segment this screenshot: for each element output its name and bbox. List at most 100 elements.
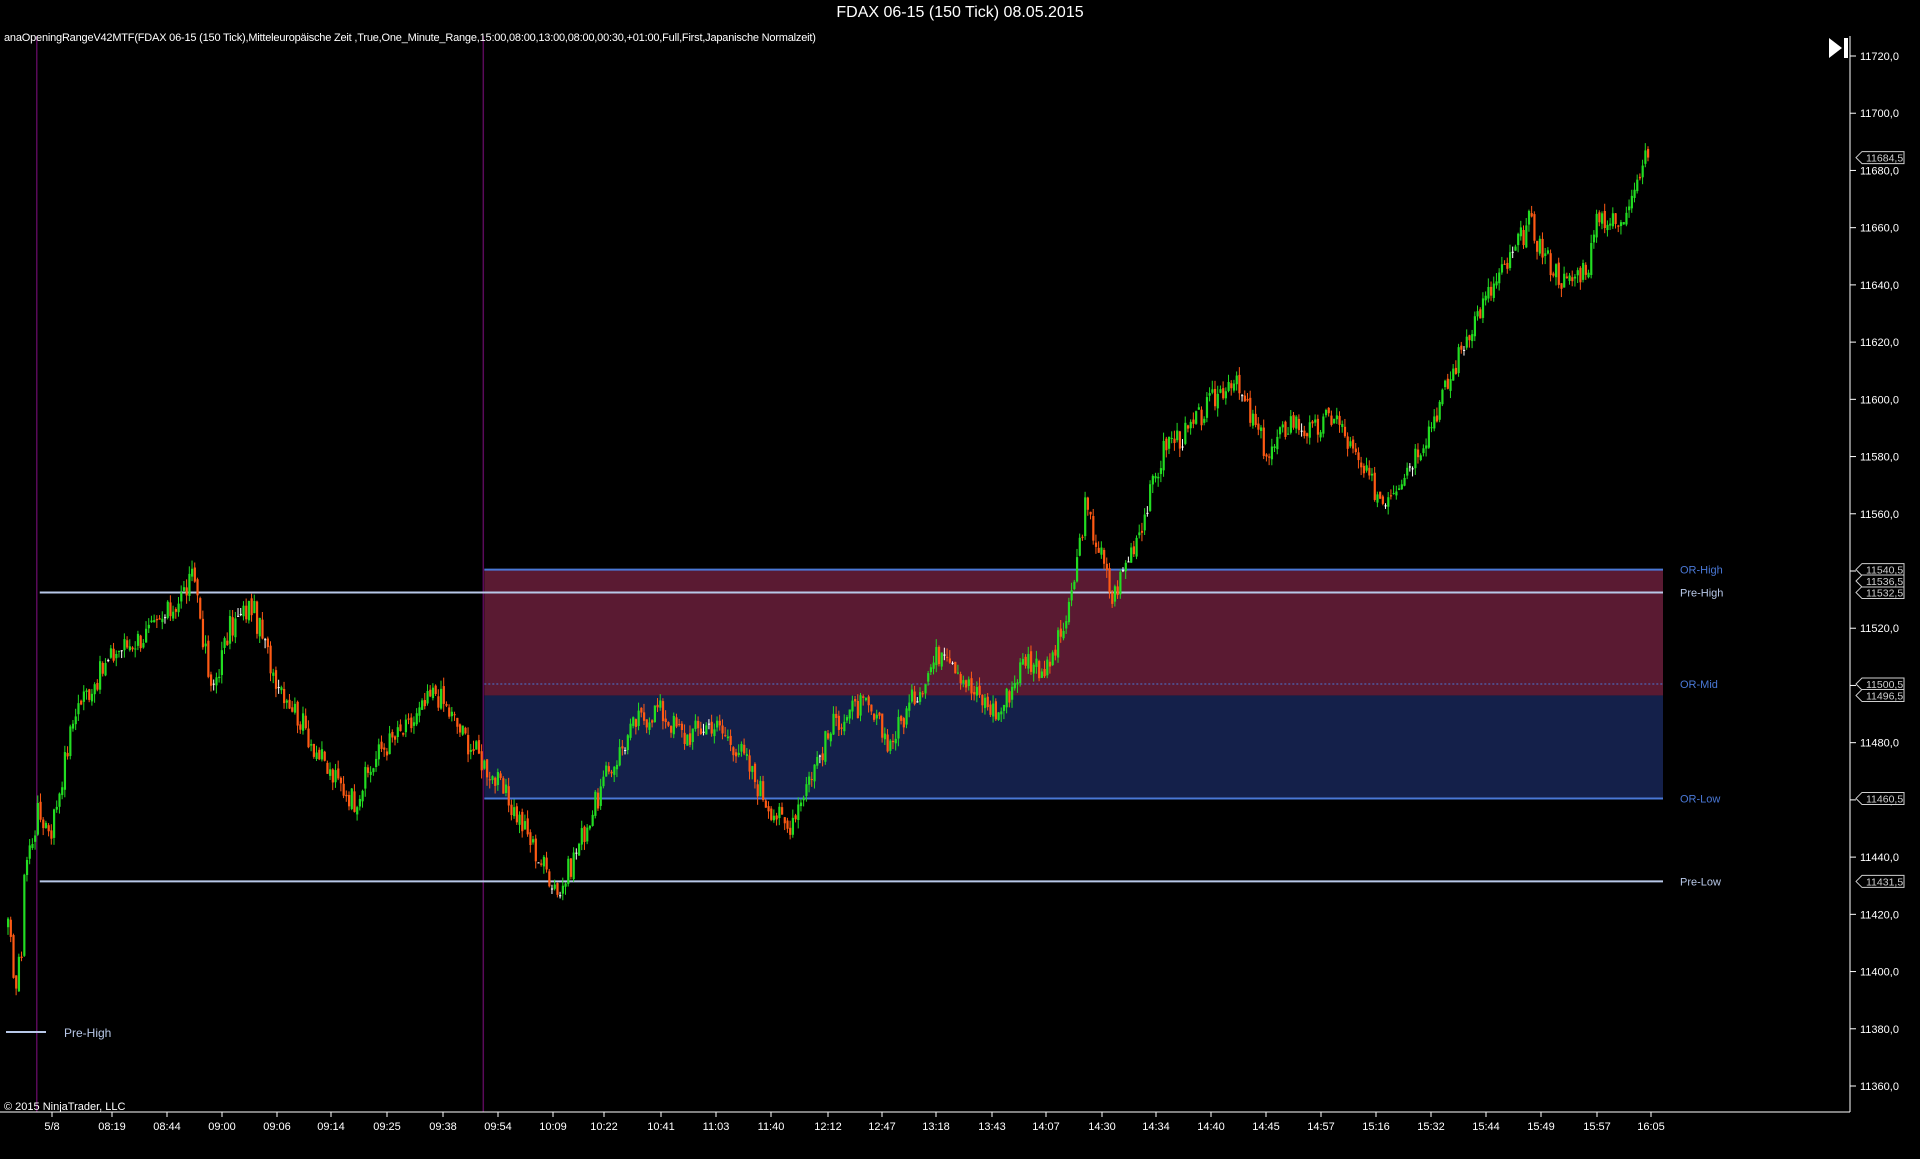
candle-body [1019, 662, 1022, 684]
candle-body [1127, 561, 1130, 563]
candle-body [1100, 547, 1103, 555]
jump-to-end-button[interactable] [1824, 34, 1852, 62]
candle-body [1557, 262, 1560, 285]
candle-body [724, 735, 727, 737]
candle-body [956, 672, 960, 674]
candle-body [856, 700, 859, 719]
candle-body [897, 716, 900, 739]
candle-body [1346, 436, 1349, 449]
candle-body [1430, 427, 1433, 429]
candle-body [120, 650, 123, 652]
x-tick-label: 09:14 [317, 1121, 345, 1133]
candle-body [1138, 532, 1141, 536]
candle-body [1590, 242, 1593, 276]
candle-body [1433, 416, 1436, 429]
candle-body [572, 852, 575, 880]
candle-body [245, 605, 248, 620]
price-flag-label: 11536,5 [1866, 576, 1903, 588]
candle-body [1116, 586, 1119, 596]
candle-body [312, 743, 316, 757]
candle-body [1628, 206, 1631, 211]
candle-body [1208, 393, 1211, 396]
y-tick-label: 11360,0 [1860, 1081, 1899, 1093]
candle-body [1603, 211, 1606, 229]
candle-body [705, 725, 708, 735]
candle-body [962, 680, 965, 684]
candle-body [385, 751, 389, 756]
candle-body [1140, 530, 1144, 533]
candle-body [429, 689, 432, 697]
x-tick-label: 13:18 [922, 1121, 950, 1133]
candle-body [383, 747, 386, 750]
candle-body [266, 638, 270, 648]
candle-body [1606, 224, 1609, 231]
candle-body [1021, 658, 1025, 665]
candle-body [1029, 651, 1033, 672]
candle-body [1357, 452, 1360, 461]
candle-body [464, 727, 467, 734]
candle-body [1468, 335, 1471, 341]
candle-body [169, 602, 172, 617]
x-tick-label: 15:49 [1527, 1121, 1555, 1133]
candle-body [402, 732, 405, 735]
candle-body [1105, 563, 1108, 570]
candle-body [242, 605, 245, 617]
x-tick-label: 08:44 [153, 1121, 181, 1133]
candle-body [1154, 476, 1157, 479]
candle-body [1130, 547, 1133, 563]
candle-body [483, 760, 486, 769]
candle-body [1046, 659, 1049, 676]
candle-body [421, 700, 424, 710]
candle-body [818, 755, 822, 757]
candle-body [288, 699, 291, 709]
candle-body [583, 826, 586, 842]
candle-body [518, 814, 521, 825]
candle-body [900, 716, 903, 721]
candle-body [556, 883, 559, 895]
candle-body [1124, 562, 1127, 572]
candle-body [28, 845, 31, 859]
candle-body [1260, 427, 1263, 431]
candle-body [1395, 491, 1398, 496]
x-tick-label: 09:00 [208, 1121, 236, 1133]
candle-body [331, 769, 334, 783]
candle-body [510, 804, 513, 816]
candle-body [1490, 286, 1493, 296]
candle-body [1278, 427, 1282, 435]
candle-body [859, 695, 862, 716]
candle-body [1538, 238, 1541, 254]
candle-body [1297, 418, 1301, 431]
candle-body [691, 728, 694, 743]
x-tick-label: 5/8 [44, 1121, 59, 1133]
x-tick-label: 10:41 [647, 1121, 675, 1133]
candle-body [50, 830, 53, 839]
candle-body [621, 746, 624, 749]
candle-body [664, 718, 667, 722]
candle-body [835, 713, 838, 718]
candle-body [726, 736, 730, 739]
candle-body [1398, 488, 1401, 490]
y-tick-label: 11640,0 [1860, 280, 1899, 292]
candle-body [126, 640, 129, 648]
candle-body [1408, 466, 1412, 468]
candle-body [919, 692, 922, 702]
candle-body [44, 822, 48, 828]
y-tick-label: 11620,0 [1860, 337, 1899, 349]
candle-body [1414, 448, 1417, 469]
candle-body [1013, 683, 1016, 689]
candle-body [1227, 381, 1230, 391]
candle-body [1048, 661, 1052, 667]
candle-body [1151, 475, 1154, 485]
candle-body [1508, 252, 1512, 269]
candle-body [1257, 423, 1260, 430]
price-chart[interactable]: OR-High Pre-High OR-Mid OR-Low Pre-Low 11360… [0, 26, 1920, 1159]
y-tick-label: 11560,0 [1860, 509, 1899, 521]
candle-body [1481, 298, 1485, 318]
candle-body [66, 752, 69, 757]
candle-body [569, 858, 573, 877]
candle-body [878, 712, 881, 716]
candle-body [234, 618, 237, 638]
candle-body [1292, 415, 1295, 428]
candle-body [1035, 658, 1038, 667]
candle-body [1084, 497, 1087, 537]
